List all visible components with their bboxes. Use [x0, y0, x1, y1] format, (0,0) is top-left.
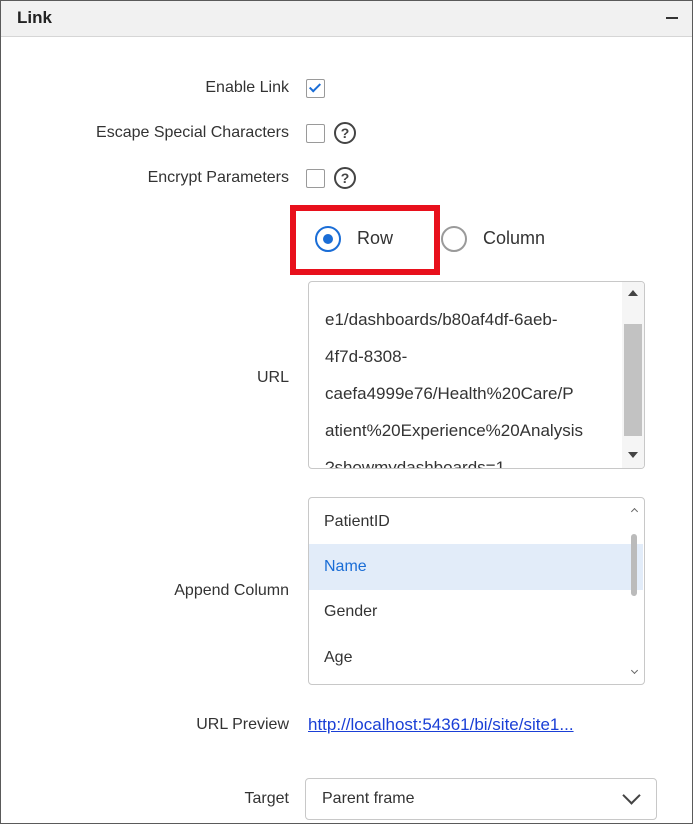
url-preview-link[interactable]: http://localhost:54361/bi/site/site1...	[308, 715, 632, 735]
list-scrollbar[interactable]	[626, 498, 644, 684]
panel-header: Link	[1, 1, 692, 37]
target-label: Target	[244, 790, 289, 807]
enable-link-checkbox[interactable]	[306, 79, 325, 98]
radio-dot	[323, 234, 333, 244]
url-line: atient%20Experience%20Analysis	[325, 421, 583, 440]
scroll-up-arrow-icon[interactable]	[628, 290, 638, 296]
list-item-patientid[interactable]: PatientID	[309, 499, 643, 545]
list-item-gender[interactable]: Gender	[309, 589, 643, 635]
scroll-thumb[interactable]	[624, 324, 642, 436]
row-radio[interactable]	[315, 226, 341, 252]
url-label: URL	[256, 369, 289, 386]
enable-link-label: Enable Link	[205, 79, 289, 96]
column-radio[interactable]	[441, 226, 467, 252]
escape-special-characters-checkbox[interactable]	[306, 124, 325, 143]
encrypt-parameters-checkbox[interactable]	[306, 169, 325, 188]
append-column-label: Append Column	[174, 582, 289, 599]
panel-title: Link	[17, 8, 52, 27]
chevron-down-icon[interactable]	[630, 666, 639, 675]
scroll-down-arrow-icon[interactable]	[628, 452, 638, 458]
url-textarea[interactable]: e1/dashboards/b80af4df-6aeb- 4f7d-8308- …	[308, 281, 645, 469]
list-item-name[interactable]: Name	[309, 544, 643, 590]
url-text: e1/dashboards/b80af4df-6aeb- 4f7d-8308- …	[325, 282, 625, 469]
list-item-age[interactable]: Age	[309, 635, 643, 681]
url-line: 4f7d-8308-	[325, 347, 408, 366]
target-dropdown[interactable]: Parent frame	[305, 778, 657, 820]
url-line-partial	[325, 282, 625, 301]
question-circle-icon[interactable]: ?	[334, 122, 356, 144]
chevron-down-icon[interactable]	[622, 786, 641, 805]
append-column-list[interactable]: PatientID Name Gender Age	[308, 497, 645, 685]
chevron-up-icon[interactable]	[630, 507, 639, 516]
list-scroll-thumb[interactable]	[631, 534, 637, 596]
target-value: Parent frame	[322, 790, 415, 807]
url-line: ?showmydashboards=1	[325, 458, 506, 469]
escape-special-characters-label: Escape Special Characters	[96, 124, 289, 141]
column-radio-label[interactable]: Column	[483, 228, 545, 249]
url-line: e1/dashboards/b80af4df-6aeb-	[325, 310, 558, 329]
question-circle-icon[interactable]: ?	[334, 167, 356, 189]
check-icon	[308, 80, 322, 93]
minus-icon[interactable]	[666, 17, 678, 19]
url-scrollbar[interactable]	[622, 282, 644, 468]
row-radio-label[interactable]: Row	[357, 228, 393, 249]
link-panel: Link Enable Link Escape Special Characte…	[0, 0, 693, 824]
url-line: caefa4999e76/Health%20Care/P	[325, 384, 574, 403]
url-preview-label: URL Preview	[196, 716, 289, 733]
encrypt-parameters-label: Encrypt Parameters	[147, 169, 289, 186]
